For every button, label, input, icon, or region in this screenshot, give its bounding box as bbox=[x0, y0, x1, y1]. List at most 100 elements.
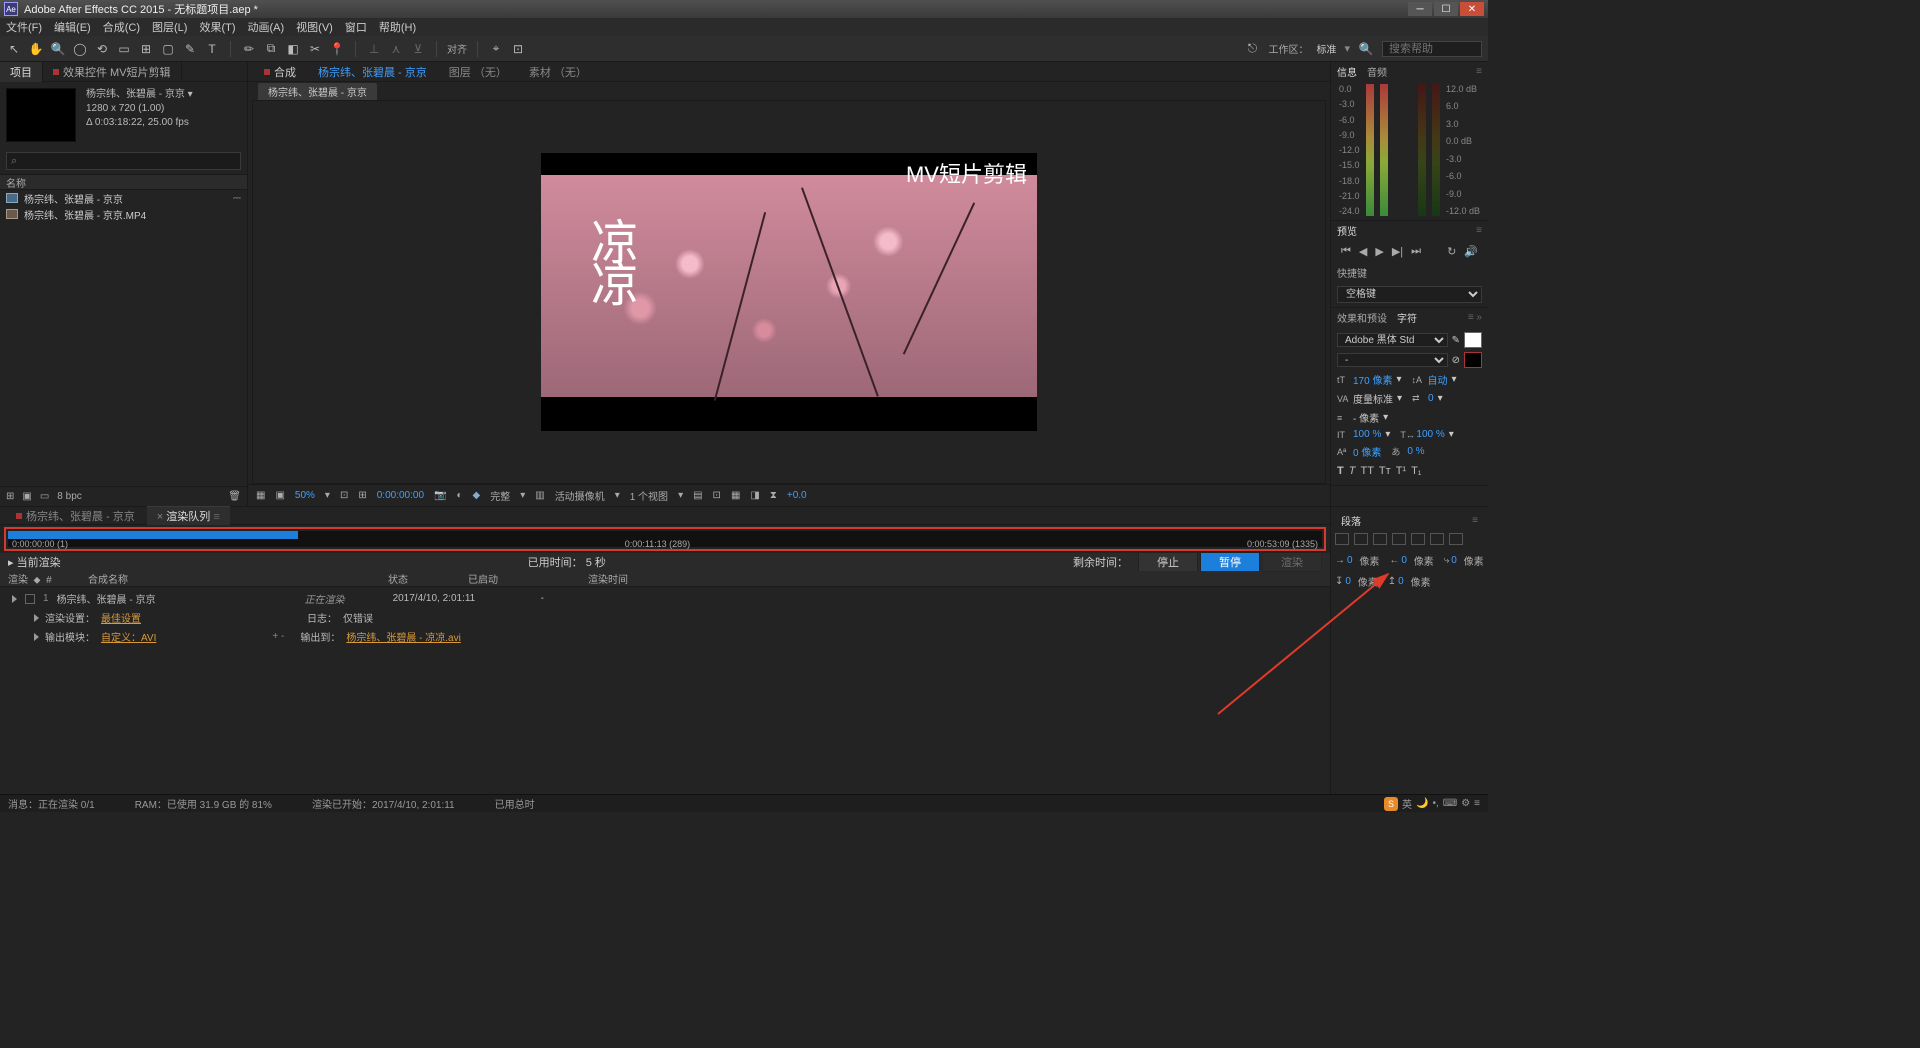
project-search-input[interactable] bbox=[6, 152, 241, 170]
grid-icon[interactable]: ▣ bbox=[275, 490, 284, 501]
all-caps-icon[interactable]: TT bbox=[1360, 465, 1373, 477]
sync-icon[interactable]: ⎋ bbox=[1244, 41, 1260, 57]
eraser-tool-icon[interactable]: ◧ bbox=[285, 41, 301, 57]
orbit-tool-icon[interactable]: ◯ bbox=[72, 41, 88, 57]
view-layout-icon[interactable]: ▥ bbox=[535, 490, 544, 501]
align-center-icon[interactable] bbox=[1354, 533, 1368, 545]
active-comp-name[interactable]: 杨宗纬、张碧晨 - 京京 bbox=[308, 62, 437, 82]
output-module-link[interactable]: 自定义：AVI bbox=[101, 629, 156, 644]
first-frame-button[interactable]: ⏮ bbox=[1341, 245, 1351, 258]
baseline-input[interactable]: 0 像素 bbox=[1353, 444, 1381, 459]
interpret-icon[interactable]: ⊞ bbox=[6, 491, 14, 502]
fast-previews-icon[interactable]: ⊡ bbox=[713, 490, 721, 501]
views-dropdown[interactable]: 1 个视图 bbox=[630, 488, 668, 503]
menu-composition[interactable]: 合成(C) bbox=[103, 19, 140, 35]
project-item[interactable]: 杨宗纬、张碧晨 - 京京 ⎓ bbox=[0, 190, 247, 206]
minimize-button[interactable]: ─ bbox=[1408, 2, 1432, 16]
roto-tool-icon[interactable]: ✂ bbox=[307, 41, 323, 57]
superscript-icon[interactable]: T¹ bbox=[1396, 465, 1406, 477]
stroke-color-swatch[interactable] bbox=[1464, 352, 1482, 368]
subscript-icon[interactable]: T₁ bbox=[1411, 465, 1421, 477]
next-frame-button[interactable]: ▶| bbox=[1392, 245, 1403, 258]
trash-icon[interactable]: 🗑 bbox=[228, 491, 241, 502]
hand-tool-icon[interactable]: ✋ bbox=[28, 41, 44, 57]
magnification-icon[interactable]: ▦ bbox=[256, 490, 265, 501]
loop-button[interactable]: ↻ bbox=[1447, 245, 1456, 258]
rotate-tool-icon[interactable]: ⟲ bbox=[94, 41, 110, 57]
tab-layer-viewer[interactable]: 图层 （无） bbox=[439, 62, 517, 82]
ime-punct-icon[interactable]: •, bbox=[1432, 798, 1438, 809]
tracking-input[interactable]: 0 bbox=[1428, 393, 1434, 404]
font-style-dropdown[interactable]: - bbox=[1337, 353, 1448, 367]
exposure-value[interactable]: +0.0 bbox=[787, 490, 807, 501]
tab-project[interactable]: 项目 bbox=[0, 62, 43, 82]
zoom-tool-icon[interactable]: 🔍 bbox=[50, 41, 66, 57]
menu-view[interactable]: 视图(V) bbox=[296, 19, 333, 35]
transparency-icon[interactable]: ▦ bbox=[731, 490, 740, 501]
stop-button[interactable]: 停止 bbox=[1138, 552, 1198, 572]
tsume-input[interactable]: 0 % bbox=[1407, 446, 1424, 457]
clone-tool-icon[interactable]: ⧉ bbox=[263, 41, 279, 57]
composition-viewer[interactable]: MV短片剪辑 凉 凉 bbox=[252, 100, 1326, 484]
space-before-input[interactable]: 0 bbox=[1345, 576, 1351, 587]
shape-tool-icon[interactable]: ▢ bbox=[160, 41, 176, 57]
sogou-ime-icon[interactable]: S bbox=[1384, 797, 1398, 811]
tab-info[interactable]: 信息 bbox=[1337, 64, 1357, 79]
tab-render-queue[interactable]: × 渲染队列 ≡ bbox=[147, 506, 230, 525]
menu-window[interactable]: 窗口 bbox=[345, 19, 367, 35]
log-dropdown[interactable]: 仅错误 bbox=[343, 610, 373, 625]
ime-settings-icon[interactable]: ⚙ bbox=[1461, 798, 1470, 809]
tab-audio[interactable]: 音频 bbox=[1367, 64, 1387, 79]
queue-row[interactable]: 1 杨宗纬、张碧晨 - 京京 正在渲染 2017/4/10, 2:01:11 - bbox=[12, 591, 1318, 606]
snapshot-icon[interactable]: 📷 bbox=[434, 490, 446, 501]
color-mgmt-icon[interactable]: ◆ bbox=[473, 490, 481, 501]
axis-local-icon[interactable]: ⊥ bbox=[366, 41, 382, 57]
brush-tool-icon[interactable]: ✏ bbox=[241, 41, 257, 57]
snap-icon[interactable]: ⌖ bbox=[488, 41, 504, 57]
project-item[interactable]: 杨宗纬、张碧晨 - 京京.MP4 bbox=[0, 206, 247, 222]
justify-last-left-icon[interactable] bbox=[1392, 533, 1406, 545]
tab-footage-viewer[interactable]: 素材 （无） bbox=[519, 62, 597, 82]
render-button[interactable]: 渲染 bbox=[1262, 552, 1322, 572]
faux-bold-icon[interactable]: T bbox=[1337, 465, 1344, 477]
channel-icon[interactable]: ◐ bbox=[456, 490, 462, 501]
tab-preview[interactable]: 预览 bbox=[1337, 223, 1357, 238]
pen-tool-icon[interactable]: ✎ bbox=[182, 41, 198, 57]
search-help-input[interactable] bbox=[1382, 41, 1482, 57]
pan-behind-tool-icon[interactable]: ⊞ bbox=[138, 41, 154, 57]
puppet-tool-icon[interactable]: 📍 bbox=[329, 41, 345, 57]
justify-all-icon[interactable] bbox=[1449, 533, 1463, 545]
text-tool-icon[interactable]: T bbox=[204, 41, 220, 57]
tab-effect-controls[interactable]: 效果控件 MV短片剪辑 bbox=[43, 62, 182, 82]
new-comp-icon[interactable]: ▭ bbox=[40, 491, 49, 502]
menu-layer[interactable]: 图层(L) bbox=[152, 19, 187, 35]
justify-last-right-icon[interactable] bbox=[1430, 533, 1444, 545]
font-size-input[interactable]: 170 像素 bbox=[1353, 372, 1392, 387]
ime-moon-icon[interactable]: 🌙 bbox=[1416, 798, 1428, 809]
maximize-button[interactable]: ☐ bbox=[1434, 2, 1458, 16]
space-after-input[interactable]: 0 bbox=[1398, 576, 1404, 587]
current-time[interactable]: 0:00:00:00 bbox=[377, 490, 424, 501]
pixel-aspect-icon[interactable]: ▤ bbox=[693, 490, 702, 501]
mute-button[interactable]: 🔊 bbox=[1464, 245, 1478, 258]
workspace-dropdown[interactable]: 标准 bbox=[1316, 41, 1336, 56]
quality-dropdown[interactable]: 完整 bbox=[490, 488, 510, 503]
menu-effect[interactable]: 效果(T) bbox=[199, 19, 235, 35]
prev-frame-button[interactable]: ◀ bbox=[1359, 245, 1367, 258]
tab-paragraph[interactable]: 段落 bbox=[1341, 513, 1361, 528]
ime-language[interactable]: 英 bbox=[1402, 796, 1412, 811]
render-settings-link[interactable]: 最佳设置 bbox=[101, 610, 141, 625]
render-checkbox-icon[interactable] bbox=[25, 594, 35, 604]
close-button[interactable]: ✕ bbox=[1460, 2, 1484, 16]
zoom-dropdown[interactable]: 50% bbox=[295, 490, 315, 501]
camera-tool-icon[interactable]: ▭ bbox=[116, 41, 132, 57]
output-file-link[interactable]: 杨宗纬、张碧晨 - 凉凉.avi bbox=[346, 629, 460, 644]
kerning-dropdown[interactable]: 度量标准 bbox=[1353, 391, 1393, 406]
last-frame-button[interactable]: ⏭ bbox=[1411, 245, 1421, 258]
eyedropper-icon[interactable]: ✎ bbox=[1452, 335, 1460, 346]
justify-last-center-icon[interactable] bbox=[1411, 533, 1425, 545]
axis-world-icon[interactable]: ⋏ bbox=[388, 41, 404, 57]
fill-color-swatch[interactable] bbox=[1464, 332, 1482, 348]
indent-right-input[interactable]: 0 bbox=[1401, 555, 1407, 566]
ime-menu-icon[interactable]: ≡ bbox=[1474, 798, 1480, 809]
